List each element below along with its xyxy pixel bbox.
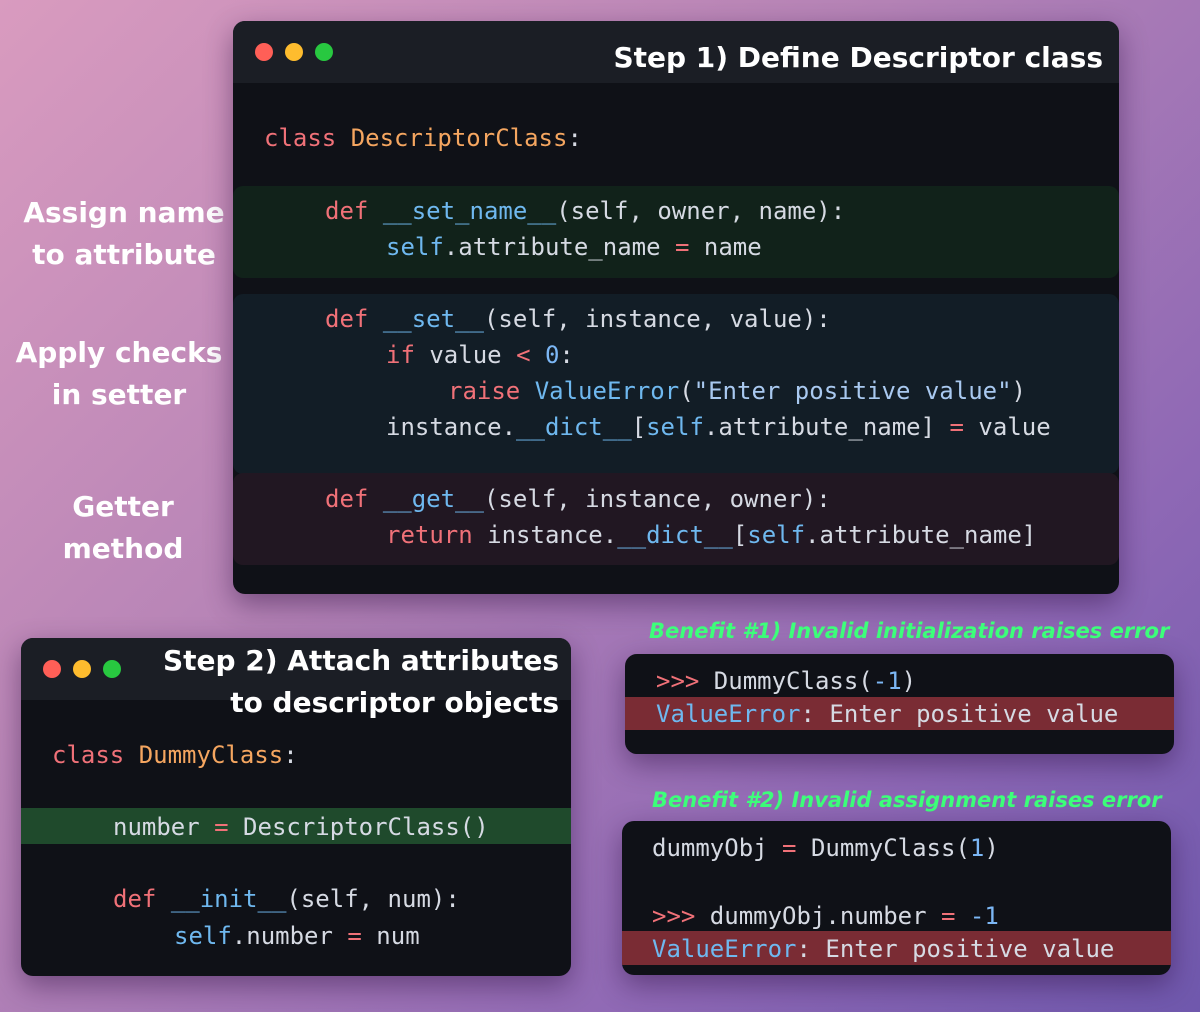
- terminal-error-line: ValueError: Enter positive value: [652, 935, 1115, 963]
- code-line-if: if value < 0:: [386, 341, 574, 369]
- code-line-set-def: def __set__(self, instance, value):: [325, 305, 831, 333]
- benefit-1-heading: Benefit #1) Invalid initialization raise…: [649, 619, 1170, 643]
- window-titlebar: Step 2) Attach attributes to descriptor …: [21, 638, 571, 719]
- close-dot-icon[interactable]: [255, 43, 273, 61]
- code-line-return: return instance.__dict__[self.attribute_…: [386, 521, 1037, 549]
- code-line-get-def: def __get__(self, instance, owner):: [325, 485, 831, 513]
- code-line-raise: raise ValueError("Enter positive value"): [448, 377, 1026, 405]
- terminal-error-line: ValueError: Enter positive value: [656, 700, 1119, 728]
- code-line-set-name-body: self.attribute_name = name: [386, 233, 762, 261]
- benefit-2-heading: Benefit #2) Invalid assignment raises er…: [652, 788, 1162, 812]
- minimize-dot-icon[interactable]: [73, 660, 91, 678]
- descriptor-class-window: Step 1) Define Descriptor class class De…: [233, 21, 1119, 594]
- code-line-dict-assign: instance.__dict__[self.attribute_name] =…: [386, 413, 1051, 441]
- benefit-1-terminal: >>> DummyClass(-1) ValueError: Enter pos…: [625, 654, 1174, 754]
- window-title: Step 2) Attach attributes to descriptor …: [162, 644, 559, 719]
- dummy-class-window: Step 2) Attach attributes to descriptor …: [21, 638, 571, 976]
- label-apply-checks: Apply checks in setter: [15, 336, 223, 411]
- maximize-dot-icon[interactable]: [103, 660, 121, 678]
- code-line-init-body: self.number = num: [174, 922, 420, 950]
- code-line-init-def: def __init__(self, num):: [113, 885, 460, 913]
- terminal-input-line: >>> DummyClass(-1): [656, 667, 917, 695]
- code-line-set-name-def: def __set_name__(self, owner, name):: [325, 197, 846, 225]
- label-getter-method: Getter method: [62, 490, 184, 565]
- terminal-input-line: >>> dummyObj.number = -1: [652, 902, 999, 930]
- window-controls: [43, 660, 121, 678]
- terminal-code-line: dummyObj = DummyClass(1): [652, 834, 999, 862]
- code-line-number-attr: number = DescriptorClass(): [113, 813, 489, 841]
- close-dot-icon[interactable]: [43, 660, 61, 678]
- window-title: Step 1) Define Descriptor class: [613, 41, 1103, 74]
- window-controls: [255, 43, 333, 61]
- maximize-dot-icon[interactable]: [315, 43, 333, 61]
- benefit-2-terminal: dummyObj = DummyClass(1) >>> dummyObj.nu…: [622, 821, 1171, 975]
- code-line-class-def: class DummyClass:: [52, 741, 298, 769]
- window-titlebar: Step 1) Define Descriptor class: [233, 21, 1119, 83]
- code-line-class-def: class DescriptorClass:: [264, 124, 582, 152]
- minimize-dot-icon[interactable]: [285, 43, 303, 61]
- label-assign-name: Assign name to attribute: [23, 196, 225, 271]
